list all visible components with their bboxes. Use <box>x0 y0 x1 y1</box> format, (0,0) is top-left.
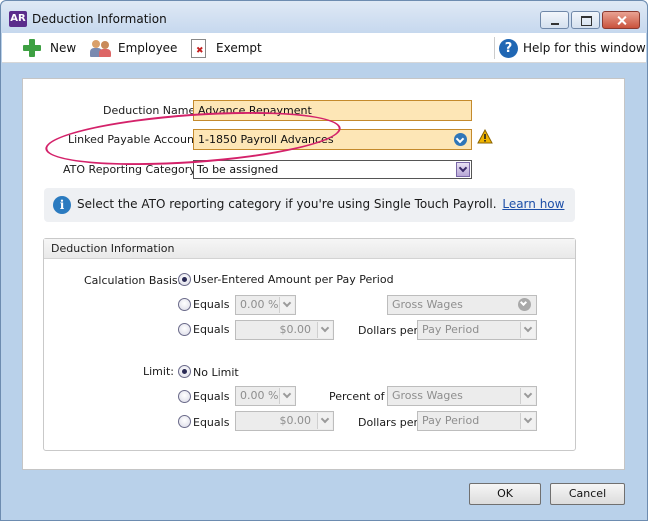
help-button[interactable]: ? Help for this window <box>499 37 646 59</box>
learn-how-link[interactable]: Learn how <box>502 197 564 211</box>
chevron-down-icon <box>520 388 535 404</box>
ato-category-label: ATO Reporting Category: <box>63 163 199 176</box>
limit-equals-dollars-radio[interactable] <box>178 415 191 428</box>
limit-equals-dollars-label: Equals <box>193 416 230 429</box>
linked-account-value: 1-1850 Payroll Advances <box>198 133 334 146</box>
limit-percent-of-select[interactable]: Gross Wages <box>387 386 537 406</box>
chevron-down-icon <box>317 322 332 338</box>
calc-equals-percent-label: Equals <box>193 298 230 311</box>
limit-label: Limit: <box>143 365 174 378</box>
calc-percent-of-select[interactable]: Gross Wages <box>387 295 537 315</box>
toolbar: New Employee Exempt ? Help for this wind… <box>2 33 646 63</box>
limit-no-limit-radio[interactable] <box>178 365 191 378</box>
calc-pay-period-select[interactable]: Pay Period <box>417 320 537 340</box>
calc-user-entered-radio[interactable] <box>178 273 191 286</box>
limit-dollars-per-label: Dollars per <box>358 416 419 429</box>
limit-percent-of-label: Percent of <box>329 390 385 403</box>
exempt-button[interactable]: Exempt <box>188 37 262 59</box>
ato-category-select[interactable]: To be assigned <box>193 160 472 179</box>
minimize-button[interactable] <box>540 11 569 29</box>
warning-icon <box>477 129 493 144</box>
deduction-name-label: Deduction Name: <box>103 104 199 117</box>
calc-dollars-per-label: Dollars per <box>358 324 419 337</box>
calc-percent-of-value: Gross Wages <box>392 298 463 311</box>
limit-no-limit-label: No Limit <box>193 366 239 379</box>
account-lookup-icon[interactable] <box>454 133 467 146</box>
limit-equals-percent-label: Equals <box>193 390 230 403</box>
group-header: Deduction Information <box>44 239 575 259</box>
limit-equals-percent-radio[interactable] <box>178 390 191 403</box>
limit-dollar-amount-value: $0.00 <box>279 414 312 427</box>
calc-equals-percent-radio[interactable] <box>178 298 191 311</box>
calc-dollar-amount-field[interactable]: $0.00 <box>235 320 334 340</box>
maximize-button[interactable] <box>571 11 600 29</box>
title-bar: AR Deduction Information <box>1 1 647 33</box>
cancel-button[interactable]: Cancel <box>550 483 625 505</box>
calc-percent-value: 0.00 % <box>240 298 279 311</box>
deduction-name-field[interactable]: Advance Repayment <box>193 100 472 121</box>
info-message: Select the ATO reporting category if you… <box>77 197 497 211</box>
calculation-basis-label: Calculation Basis: <box>84 274 182 287</box>
chevron-down-icon <box>456 162 470 177</box>
close-button[interactable] <box>602 11 640 29</box>
linked-account-label: Linked Payable Account: <box>68 133 202 146</box>
info-banner: i Select the ATO reporting category if y… <box>44 188 575 222</box>
help-icon: ? <box>499 38 518 58</box>
limit-dollar-amount-field[interactable]: $0.00 <box>235 411 334 431</box>
linked-account-field[interactable]: 1-1850 Payroll Advances <box>193 129 472 150</box>
toolbar-divider <box>494 37 495 59</box>
limit-pay-period-select[interactable]: Pay Period <box>417 411 537 431</box>
chevron-down-icon <box>518 298 531 311</box>
new-button[interactable]: New <box>22 37 76 59</box>
employee-button[interactable]: Employee <box>90 37 177 59</box>
calc-percent-select[interactable]: 0.00 % <box>235 295 296 315</box>
calc-pay-period-value: Pay Period <box>422 323 480 336</box>
plus-icon <box>22 38 42 58</box>
employee-button-label: Employee <box>118 41 178 55</box>
chevron-down-icon <box>317 413 332 429</box>
help-button-label: Help for this window <box>523 41 646 55</box>
calc-user-entered-label: User-Entered Amount per Pay Period <box>193 273 394 286</box>
chevron-down-icon <box>520 322 535 338</box>
app-logo-icon: AR <box>9 11 27 27</box>
chevron-down-icon <box>520 413 535 429</box>
chevron-down-icon <box>279 297 294 313</box>
new-button-label: New <box>50 41 77 55</box>
window-title: Deduction Information <box>32 12 167 26</box>
limit-percent-value: 0.00 % <box>240 389 279 402</box>
limit-pay-period-value: Pay Period <box>422 414 480 427</box>
chevron-down-icon <box>279 388 294 404</box>
limit-percent-of-value: Gross Wages <box>392 389 463 402</box>
info-text: Select the ATO reporting category if you… <box>77 197 564 211</box>
limit-percent-select[interactable]: 0.00 % <box>235 386 296 406</box>
ok-button[interactable]: OK <box>469 483 541 505</box>
calc-dollar-amount-value: $0.00 <box>279 323 312 336</box>
exempt-button-label: Exempt <box>216 41 262 55</box>
calc-equals-dollars-radio[interactable] <box>178 323 191 336</box>
people-icon <box>90 38 111 58</box>
exempt-document-icon <box>188 38 208 58</box>
info-icon: i <box>53 196 71 214</box>
calc-equals-dollars-label: Equals <box>193 323 230 336</box>
ato-category-value: To be assigned <box>197 163 279 176</box>
deduction-information-window: AR Deduction Information New Employee Ex… <box>0 0 648 521</box>
